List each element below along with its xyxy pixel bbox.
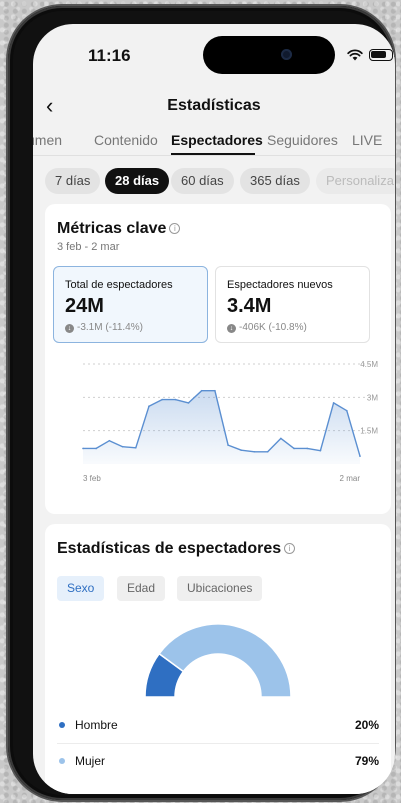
data-point-4	[134, 446, 137, 449]
x-tick-label-end: 2 mar	[340, 474, 361, 483]
arrow-down-icon: ↓	[227, 324, 236, 333]
tab-live[interactable]: LIVE	[352, 132, 382, 148]
viewer-stats-title: Estadísticas de espectadores i	[57, 540, 296, 558]
y-tick-label: 1.5M	[360, 427, 378, 436]
legend-dot	[59, 758, 65, 764]
filter-sexo[interactable]: Sexo	[57, 576, 105, 601]
legend-percent: 20%	[354, 718, 379, 732]
data-point-3	[121, 445, 124, 448]
dynamic-island	[203, 36, 335, 74]
data-point-1	[95, 447, 97, 450]
legend-dot	[59, 722, 65, 728]
data-point-7	[174, 398, 177, 401]
data-point-16	[293, 447, 295, 450]
data-point-13	[253, 450, 256, 453]
camera-icon	[281, 49, 292, 60]
page-header: ‹ Estadísticas	[33, 80, 395, 124]
arrow-down-icon: ↓	[65, 324, 74, 333]
range-60-days[interactable]: 60 días	[171, 168, 234, 194]
tab-resumen[interactable]: umen	[33, 132, 62, 148]
metric-new-viewers[interactable]: Espectadores nuevos 3.4M ↓ -406K (-10.8%)	[215, 266, 370, 343]
legend-row-hombre: Hombre 20%	[57, 712, 379, 740]
data-point-17	[306, 447, 309, 450]
tab-contenido[interactable]: Contenido	[94, 132, 158, 148]
key-metrics-title-text: Métricas clave	[57, 220, 167, 237]
data-point-8	[187, 402, 190, 404]
range-7-days[interactable]: 7 días	[45, 168, 101, 194]
range-28-days[interactable]: 28 días	[105, 168, 170, 194]
data-point-19	[332, 402, 335, 404]
status-time: 11:16	[88, 46, 131, 65]
x-tick-label-start: 3 feb	[83, 474, 101, 483]
metric-change-text: -3.1M (-11.4%)	[77, 322, 143, 333]
metric-value: 24M	[65, 295, 104, 317]
active-tab-indicator	[171, 153, 255, 155]
wifi-icon	[347, 49, 363, 61]
filter-ubicaciones[interactable]: Ubicaciones	[177, 576, 263, 601]
metric-label: Total de espectadores	[65, 279, 173, 291]
data-point-5	[148, 405, 150, 408]
viewer-stats-title-text: Estadísticas de espectadores	[57, 540, 282, 557]
phone-frame: 11:16 ‹ Estadísticas umen Contenido Espe…	[8, 6, 395, 800]
key-metrics-title: Métricas clave i	[57, 220, 181, 238]
gender-half-donut	[144, 623, 292, 698]
data-point-12	[240, 449, 243, 452]
app-screen: 11:16 ‹ Estadísticas umen Contenido Espe…	[33, 24, 395, 794]
info-icon[interactable]: i	[284, 543, 296, 554]
y-tick-label: 3M	[367, 393, 378, 402]
legend-divider	[57, 743, 379, 744]
viewers-area-chart[interactable]: 4.5M 3M 1.5M 3 feb 2 mar	[45, 354, 391, 504]
data-point-15	[280, 437, 282, 440]
battery-icon	[369, 49, 395, 61]
range-365-days[interactable]: 365 días	[240, 168, 310, 194]
tab-bar: umen Contenido Espectadores Seguidores L…	[33, 124, 395, 156]
metric-change: ↓ -3.1M (-11.4%)	[65, 322, 143, 333]
tab-espectadores[interactable]: Espectadores	[171, 132, 263, 148]
data-point-0	[82, 447, 84, 450]
metric-total-viewers[interactable]: Total de espectadores 24M ↓ -3.1M (-11.4%…	[53, 266, 208, 343]
metric-value: 3.4M	[227, 295, 272, 317]
data-point-21	[359, 455, 361, 458]
metric-label: Espectadores nuevos	[227, 279, 333, 291]
data-point-14	[266, 450, 269, 453]
metric-change-text: -406K (-10.8%)	[239, 322, 307, 333]
data-point-20	[346, 409, 348, 412]
data-point-9	[200, 389, 203, 392]
filter-edad[interactable]: Edad	[117, 576, 166, 601]
donut-segment-mujer	[158, 623, 292, 698]
legend-label: Mujer	[75, 754, 106, 768]
range-custom[interactable]: Personaliza	[316, 168, 395, 194]
page-title: Estadísticas	[167, 97, 261, 114]
legend-label: Hombre	[75, 718, 118, 732]
key-metrics-card: Métricas clave i 3 feb - 2 mar Total de e…	[45, 204, 391, 514]
key-metrics-date-range: 3 feb - 2 mar	[57, 241, 120, 253]
data-point-6	[161, 398, 163, 401]
date-range-selector: 7 días 28 días 60 días 365 días Personal…	[33, 164, 395, 194]
metric-change: ↓ -406K (-10.8%)	[227, 322, 307, 333]
data-point-2	[108, 439, 111, 442]
y-tick-label: 4.5M	[360, 360, 378, 369]
tab-seguidores[interactable]: Seguidores	[267, 132, 338, 148]
data-point-10	[214, 389, 216, 392]
series-area	[83, 390, 360, 464]
legend-percent: 79%	[354, 754, 379, 768]
info-icon[interactable]: i	[169, 223, 181, 234]
viewer-stats-card: Estadísticas de espectadores i Sexo Edad …	[45, 524, 391, 794]
legend-row-mujer: Mujer 79%	[57, 748, 379, 776]
data-point-18	[319, 449, 322, 452]
data-point-11	[227, 444, 229, 446]
